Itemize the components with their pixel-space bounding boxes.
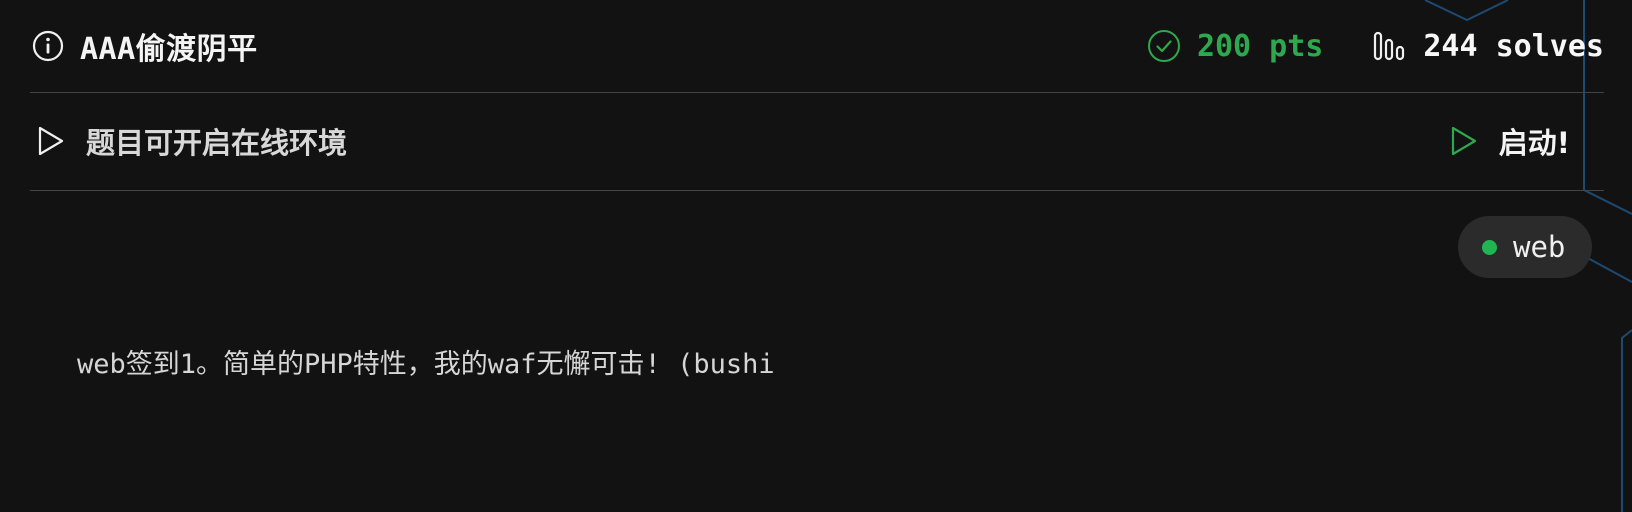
solves-value: 244 solves (1423, 28, 1604, 64)
challenge-title: AAA偷渡阴平 (80, 32, 258, 67)
environment-label: 题目可开启在线环境 (86, 126, 348, 160)
solves-display: 244 solves (1373, 29, 1604, 64)
category-tag[interactable]: web (1458, 216, 1592, 278)
challenge-description: web签到1。简单的PHP特性，我的waf无懈可击! (bushi (77, 349, 775, 380)
start-environment-button[interactable]: 启动! (1449, 120, 1570, 162)
points-value: 200 pts (1196, 28, 1324, 64)
challenge-card: AAA偷渡阴平 200 pts 244 solves 题目可开启在线环境 启动!… (0, 0, 1632, 512)
environment-row: 题目可开启在线环境 启动! (30, 92, 1604, 191)
info-icon[interactable] (32, 30, 64, 62)
check-circle-icon (1147, 29, 1181, 63)
points-display: 200 pts (1147, 29, 1323, 64)
play-outline-icon (36, 125, 66, 157)
play-green-icon (1449, 125, 1479, 157)
bar-chart-icon (1373, 30, 1405, 62)
start-button-label: 启动! (1498, 126, 1570, 160)
status-dot (1482, 239, 1497, 255)
category-tag-label: web (1513, 230, 1566, 264)
challenge-header: AAA偷渡阴平 200 pts 244 solves (30, 0, 1604, 93)
